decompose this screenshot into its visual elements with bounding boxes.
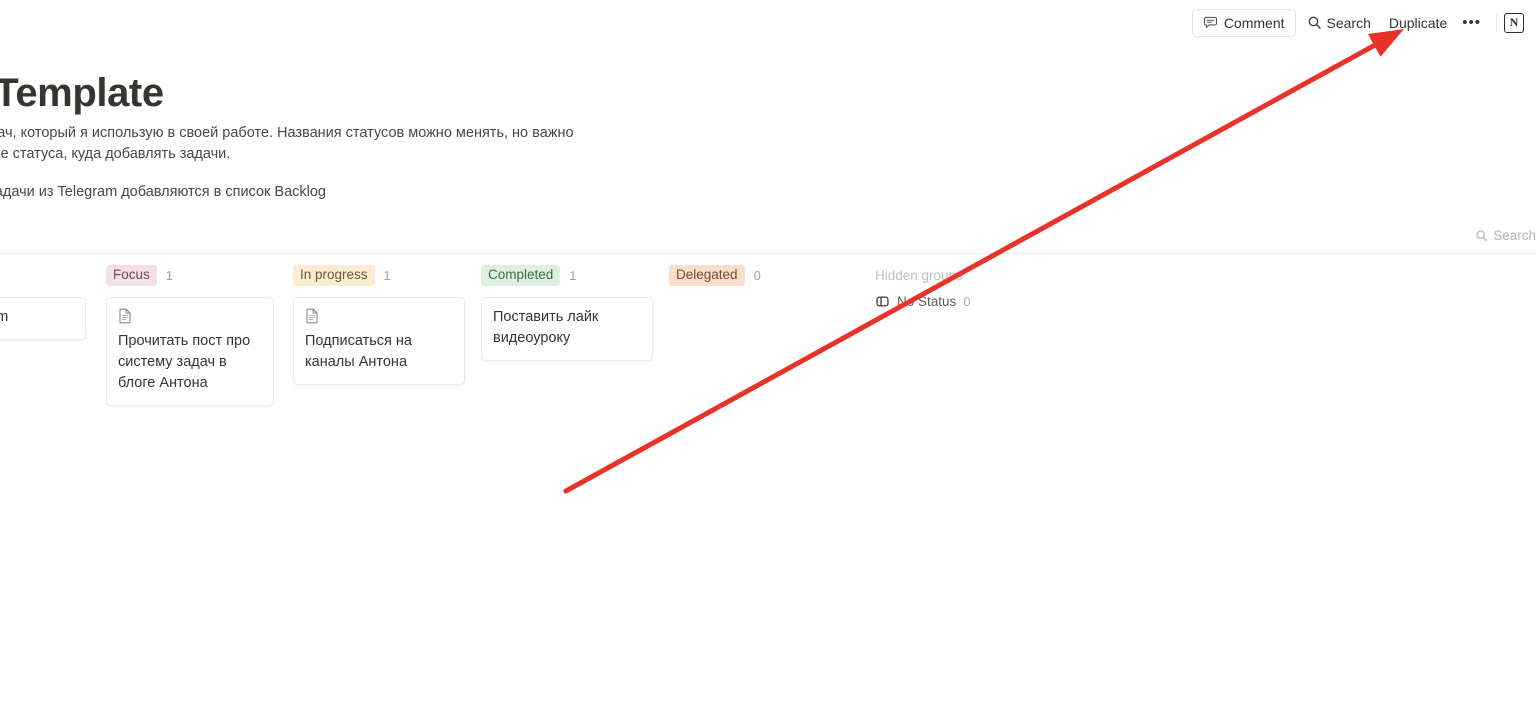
more-options-button[interactable]: ••• — [1454, 14, 1489, 31]
page-paragraph-1: шаблон задач, который я использую в свое… — [0, 123, 574, 165]
column-count-focus: 1 — [165, 267, 173, 283]
card-list-completed: Поставить лайк видеоуроку — [481, 297, 653, 361]
column-header-focus[interactable]: Focus 1 — [106, 263, 274, 287]
column-header-in-progress[interactable]: In progress 1 — [293, 263, 465, 287]
no-status-icon — [875, 294, 890, 309]
hidden-groups-label: Hidden groups — [875, 267, 963, 283]
status-chip-focus[interactable]: Focus — [106, 264, 157, 286]
hidden-groups-section: Hidden groups No Status 0 — [875, 263, 971, 310]
board-column-focus: Focus 1 Прочитать пост про систему задач в… — [106, 263, 274, 406]
top-bar: Comment Search Duplicate ••• N — [0, 0, 1536, 45]
status-chip-in-progress[interactable]: In progress — [293, 264, 375, 286]
search-button-label: Search — [1326, 14, 1371, 31]
comment-bubble-icon — [1203, 15, 1218, 30]
hidden-group-no-status[interactable]: No Status 0 — [875, 294, 971, 309]
notion-logo-letter: N — [1509, 15, 1519, 29]
board-card[interactable]: Прочитать пост про систему задач в блоге… — [106, 297, 274, 406]
status-chip-delegated[interactable]: Delegated — [669, 264, 745, 286]
search-icon — [1307, 15, 1322, 30]
document-icon — [305, 308, 319, 331]
board-card-title: з Telegram — [0, 309, 9, 325]
app-root: Comment Search Duplicate ••• N sks Templ… — [0, 0, 1536, 715]
search-icon — [1475, 229, 1488, 242]
notion-logo-icon[interactable]: N — [1504, 12, 1524, 33]
comment-button-label: Comment — [1223, 14, 1285, 31]
hidden-group-label: No Status — [897, 294, 957, 309]
board-card-title: Подписаться на каналы Антона — [305, 333, 412, 370]
board-column-completed: Completed 1 Поставить лайк видеоуроку — [481, 263, 653, 361]
status-chip-completed[interactable]: Completed — [481, 264, 561, 286]
comment-button[interactable]: Comment — [1191, 8, 1296, 37]
column-header-completed[interactable]: Completed 1 — [481, 263, 653, 287]
database-divider — [0, 253, 1536, 254]
board-card[interactable]: Подписаться на каналы Антона — [293, 297, 465, 385]
page-paragraph-1-line-1: шаблон задач, который я использую в свое… — [0, 125, 574, 141]
column-count-in-progress: 1 — [383, 267, 391, 283]
database-toolbar: Search — [0, 225, 1536, 263]
column-count-completed: 1 — [569, 267, 577, 283]
duplicate-button-label: Duplicate — [1388, 14, 1448, 31]
column-header-backlog-clipped[interactable] — [0, 263, 86, 287]
card-list-in-progress: Подписаться на каналы Антона — [293, 297, 465, 385]
page-paragraph-1-line-2: оде название статуса, куда добавлять зад… — [0, 146, 231, 162]
card-list-backlog-clipped: з Telegram — [0, 297, 86, 340]
board-column-delegated: Delegated 0 — [669, 263, 841, 297]
column-count-delegated: 0 — [753, 267, 761, 283]
toolbar-divider — [1496, 13, 1497, 32]
duplicate-button[interactable]: Duplicate — [1382, 9, 1454, 37]
board-card-title: Поставить лайк видеоуроку — [493, 309, 599, 346]
page-title: sks Template — [0, 71, 164, 115]
board-card-title: Прочитать пост про систему задач в блоге… — [118, 333, 251, 391]
board-card[interactable]: з Telegram — [0, 297, 86, 340]
card-list-focus: Прочитать пост про систему задач в блоге… — [106, 297, 274, 406]
hidden-group-count: 0 — [963, 294, 971, 309]
board-column-in-progress: In progress 1 Подписаться на каналы Антона — [293, 263, 465, 385]
board-column-backlog-clipped: з Telegram — [0, 263, 86, 340]
database-search-button[interactable]: Search — [1475, 228, 1536, 243]
page-paragraph-2: осии бота задачи из Telegram добавляются… — [0, 184, 326, 200]
document-icon — [118, 308, 132, 331]
database-search-label: Search — [1493, 228, 1536, 243]
column-header-delegated[interactable]: Delegated 0 — [669, 263, 841, 287]
board-card[interactable]: Поставить лайк видеоуроку — [481, 297, 653, 361]
search-button[interactable]: Search — [1300, 9, 1378, 37]
